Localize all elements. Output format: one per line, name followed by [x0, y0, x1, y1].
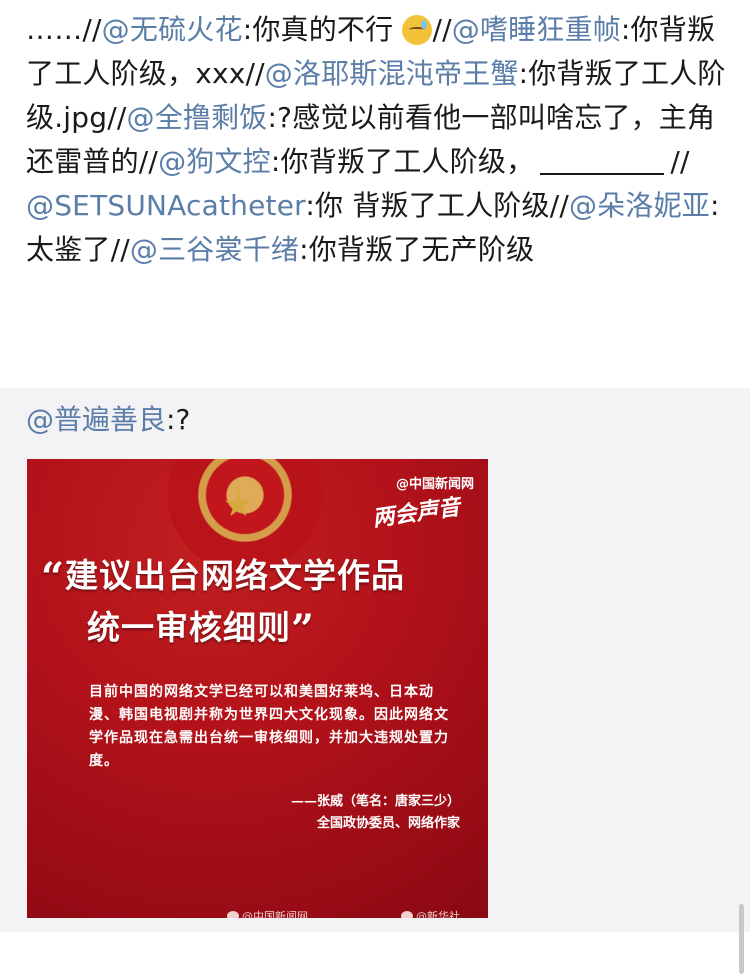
user-mention-link[interactable]: @嗜睡狂重帧 [452, 13, 621, 46]
user-mention-link[interactable]: @无硫火花 [102, 13, 243, 46]
star-icon: ★ [223, 485, 254, 525]
news-poster-image[interactable]: ★ @中国新闻网 两会声音 “建议出台网络文学作品 统一审核细则” 目前中国的网… [27, 459, 488, 918]
repost-text: :你真的不行 [242, 13, 394, 46]
user-mention-link[interactable]: @朵洛妮亚 [569, 189, 710, 222]
poster-title-line1: 建议出台网络文学作品 [65, 556, 406, 595]
user-mention-link[interactable]: @全撸剩饭 [127, 101, 268, 134]
user-mention-link[interactable]: @狗文控 [158, 145, 271, 178]
user-mention-link[interactable]: @普遍善良 [26, 403, 166, 436]
reply-panel: @普遍善良:? ★ @中国新闻网 两会声音 “建议出台网络文学作品 统一审核细则… [0, 388, 750, 974]
poster-body-text: 目前中国的网络文学已经可以和美国好莱坞、日本动漫、韩国电视剧并称为世界四大文化现… [89, 684, 449, 769]
close-quote: ” [291, 606, 316, 653]
reply-text: :? [166, 403, 191, 436]
user-mention-link[interactable]: @洛耶斯混沌帝王蟹 [265, 57, 519, 90]
poster-title: “建议出台网络文学作品 统一审核细则” [41, 551, 405, 655]
scrollbar-thumb[interactable] [739, 904, 744, 974]
repost-text: :你背叛了工人阶级， [270, 145, 535, 178]
poster-logo: @中国新闻网 [395, 477, 474, 492]
weibo-icon [227, 911, 239, 918]
footer-left-credit: @中国新闻网 [242, 910, 308, 918]
repost-text: // [432, 13, 452, 46]
open-quote: “ [41, 554, 66, 601]
weibo-icon [401, 911, 413, 918]
repost-text: ……// [26, 13, 102, 46]
footer-right-credit: @新华社 [416, 910, 460, 918]
poster-signature-title: 全国政协委员、网络作家 [316, 816, 460, 831]
blank-underline [540, 145, 665, 175]
user-mention-link[interactable]: @SETSUNAcatheter [26, 189, 305, 222]
repost-text: :你背叛了无产阶级 [299, 233, 535, 266]
repost-chain-text: ……//@无硫火花:你真的不行 //@嗜睡狂重帧:你背叛了工人阶级，xxx//@… [26, 0, 732, 272]
user-mention-link[interactable]: @三谷裳千绪 [130, 233, 299, 266]
reply-line: @普遍善良:? [26, 402, 190, 438]
repost-text: // [670, 145, 690, 178]
poster-signature-name: ——张威（笔名：唐家三少） [290, 794, 460, 809]
poster-title-line2: 统一审核细则 [87, 608, 291, 647]
poster-tag: 两会声音 [370, 493, 462, 532]
repost-text: :你 背叛了工人阶级// [305, 189, 569, 222]
poster-signature: ——张威（笔名：唐家三少） 全国政协委员、网络作家 [291, 791, 460, 835]
sad-face-emoji-icon [402, 15, 433, 45]
